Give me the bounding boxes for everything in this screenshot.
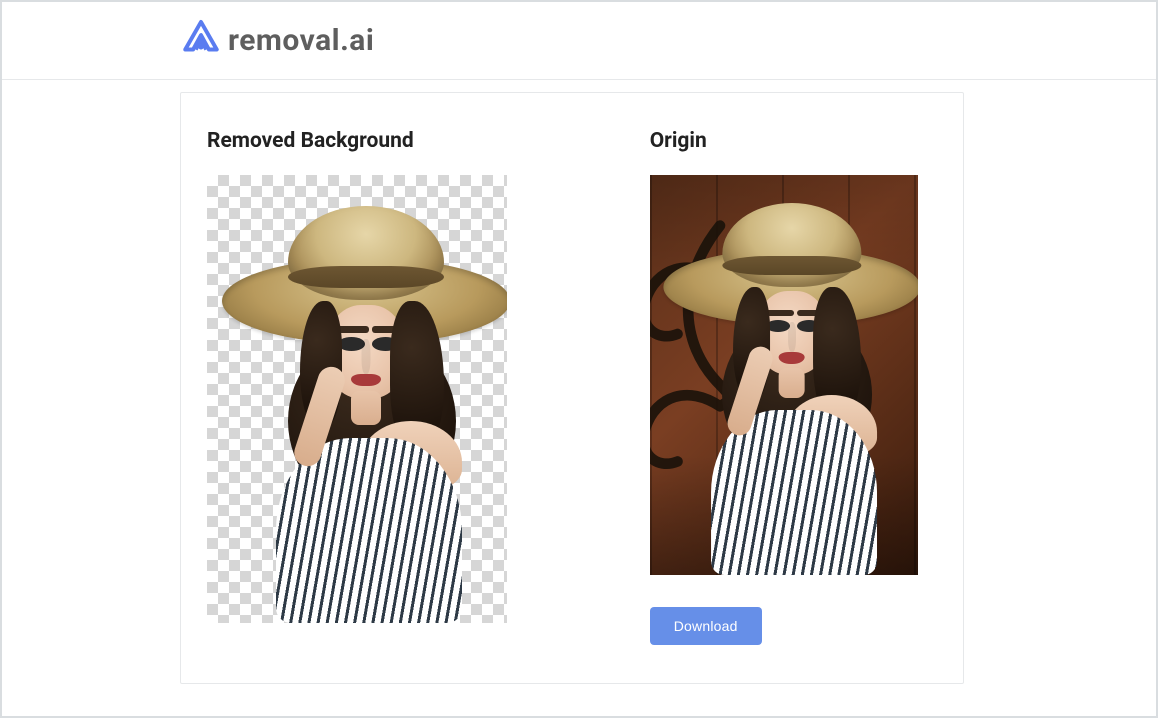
person-cutout: [216, 193, 507, 623]
removed-title: Removed Background: [207, 129, 554, 153]
origin-column: Origin: [650, 129, 937, 663]
person-original: [658, 191, 918, 575]
header: removal.ai: [2, 2, 1156, 80]
result-panel: Removed Background: [180, 92, 964, 684]
origin-title: Origin: [650, 129, 937, 153]
download-button[interactable]: Download: [650, 607, 762, 645]
removed-column: Removed Background: [207, 129, 554, 663]
removed-image: [207, 175, 507, 623]
logo-mark-icon: [180, 18, 222, 64]
brand-name: removal.ai: [228, 23, 374, 58]
content: Removed Background: [2, 80, 1156, 716]
origin-image: [650, 175, 918, 575]
brand-logo[interactable]: removal.ai: [180, 18, 374, 64]
app-frame: removal.ai Removed Background: [0, 0, 1158, 718]
